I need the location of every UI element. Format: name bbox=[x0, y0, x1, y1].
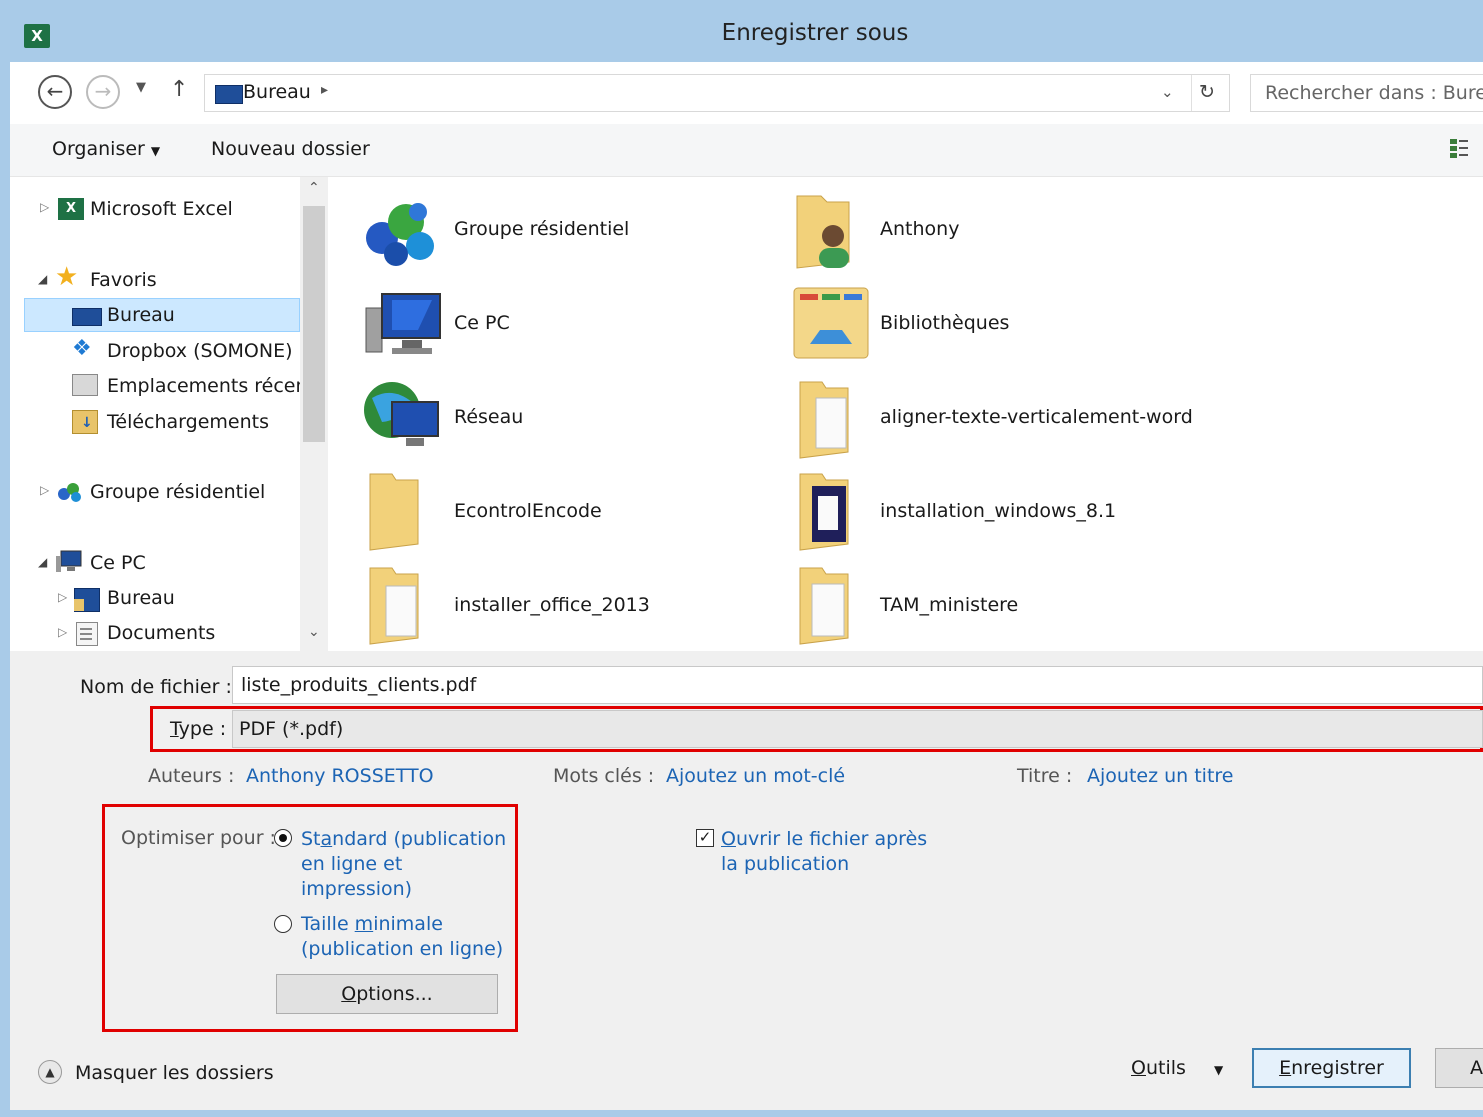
open-after-label[interactable]: Ouvrir le fichier après la publication bbox=[721, 827, 927, 877]
chevron-down-icon: ▼ bbox=[150, 144, 161, 158]
documents-icon bbox=[76, 622, 98, 646]
authors-value[interactable]: Anthony ROSSETTO bbox=[246, 765, 434, 787]
file-item-bibliotheques[interactable]: Bibliothèques bbox=[880, 312, 1009, 334]
collapse-arrow-icon[interactable]: ◢ bbox=[38, 555, 47, 569]
type-label: Type : bbox=[170, 718, 227, 740]
breadcrumb-bureau[interactable]: Bureau bbox=[243, 81, 311, 103]
expand-arrow-icon[interactable]: ▷ bbox=[58, 625, 67, 639]
breadcrumb-chevron-icon[interactable]: ▸ bbox=[321, 82, 328, 98]
scroll-up-icon[interactable]: ⌃ bbox=[308, 180, 320, 196]
folder-icon bbox=[366, 564, 428, 646]
tree-item-documents[interactable]: Documents bbox=[107, 616, 215, 650]
homegroup-icon bbox=[362, 198, 444, 270]
computer-icon bbox=[362, 290, 444, 362]
excel-icon: X bbox=[58, 198, 84, 220]
address-dropdown-icon[interactable]: ⌄ bbox=[1161, 83, 1174, 101]
optimize-label: Optimiser pour : bbox=[121, 827, 276, 849]
title-bar: X Enregistrer sous bbox=[0, 0, 1483, 62]
collapse-arrow-icon[interactable]: ◢ bbox=[38, 272, 47, 286]
desktop-folder-icon bbox=[74, 588, 100, 612]
tree-item-microsoft-excel[interactable]: Microsoft Excel bbox=[90, 192, 233, 226]
view-options-icon[interactable] bbox=[1450, 138, 1468, 160]
hide-folders-icon[interactable]: ▲ bbox=[38, 1060, 62, 1084]
folder-icon bbox=[796, 564, 858, 646]
hide-folders-link[interactable]: Masquer les dossiers bbox=[75, 1062, 274, 1084]
tools-button[interactable]: Outils ▼ bbox=[1131, 1057, 1223, 1079]
recent-locations-chevron-icon[interactable]: ▼ bbox=[136, 80, 146, 95]
user-folder-icon bbox=[793, 190, 869, 272]
dropbox-icon: ❖ bbox=[72, 336, 92, 361]
expand-arrow-icon[interactable]: ▷ bbox=[40, 483, 49, 497]
filename-label: Nom de fichier : bbox=[80, 676, 232, 698]
refresh-icon[interactable]: ↻ bbox=[1199, 81, 1215, 103]
authors-label: Auteurs : bbox=[148, 765, 235, 787]
folder-icon bbox=[366, 470, 428, 552]
file-item-tam-ministere[interactable]: TAM_ministere bbox=[880, 594, 1018, 616]
tree-item-groupe-residentiel[interactable]: Groupe résidentiel bbox=[90, 475, 265, 509]
keywords-value[interactable]: Ajoutez un mot-clé bbox=[666, 765, 845, 787]
folder-icon bbox=[796, 378, 858, 460]
expand-arrow-icon[interactable]: ▷ bbox=[58, 590, 67, 604]
tree-item-dropbox[interactable]: Dropbox (SOMONE) bbox=[107, 334, 293, 368]
file-item-aligner-texte[interactable]: aligner-texte-verticalement-word bbox=[880, 406, 1193, 428]
computer-icon bbox=[55, 550, 83, 574]
open-after-checkbox[interactable]: ✓ bbox=[696, 829, 714, 847]
recent-places-icon bbox=[72, 374, 98, 396]
address-divider bbox=[1191, 75, 1192, 111]
organize-label: Organiser bbox=[52, 138, 145, 160]
cancel-button[interactable]: A bbox=[1435, 1048, 1483, 1088]
libraries-icon bbox=[790, 284, 872, 364]
file-item-installation-windows[interactable]: installation_windows_8.1 bbox=[880, 500, 1116, 522]
up-arrow-icon[interactable]: ↑ bbox=[170, 77, 188, 102]
file-item-ce-pc[interactable]: Ce PC bbox=[454, 312, 510, 334]
standard-radio-label[interactable]: Standard (publication en ligne et impres… bbox=[301, 827, 506, 902]
tree-item-ce-pc[interactable]: Ce PC bbox=[90, 546, 146, 580]
file-item-anthony[interactable]: Anthony bbox=[880, 218, 959, 240]
address-bar[interactable]: Bureau ▸ ⌄ ↻ bbox=[204, 74, 1230, 112]
tree-item-bureau[interactable]: Bureau bbox=[107, 298, 175, 332]
homegroup-icon bbox=[56, 480, 84, 504]
forward-button[interactable]: → bbox=[86, 75, 120, 109]
search-input[interactable]: Rechercher dans : Bureau bbox=[1250, 74, 1483, 112]
file-item-installer-office[interactable]: installer_office_2013 bbox=[454, 594, 650, 616]
folder-icon bbox=[796, 470, 858, 552]
file-item-econtrolencode[interactable]: EcontrolEncode bbox=[454, 500, 602, 522]
window-title: Enregistrer sous bbox=[721, 20, 909, 46]
minimal-radio-label[interactable]: Taille minimale (publication en ligne) bbox=[301, 912, 503, 962]
options-button[interactable]: Options... bbox=[276, 974, 498, 1014]
organize-button[interactable]: Organiser ▼ bbox=[52, 138, 160, 160]
desktop-icon bbox=[72, 308, 102, 326]
minimal-radio[interactable] bbox=[274, 915, 292, 933]
file-item-groupe-residentiel[interactable]: Groupe résidentiel bbox=[454, 218, 629, 240]
desktop-icon bbox=[215, 85, 243, 104]
network-icon bbox=[362, 376, 444, 456]
title-label: Titre : bbox=[1017, 765, 1073, 787]
keywords-label: Mots clés : bbox=[553, 765, 655, 787]
save-button[interactable]: Enregistrer bbox=[1252, 1048, 1411, 1088]
tree-item-emplacements-recents[interactable]: Emplacements récent bbox=[107, 369, 315, 403]
file-item-reseau[interactable]: Réseau bbox=[454, 406, 523, 428]
scrollbar-thumb[interactable] bbox=[303, 206, 325, 442]
filename-input[interactable]: liste_produits_clients.pdf bbox=[232, 666, 1483, 704]
chevron-down-icon: ▼ bbox=[1213, 1063, 1224, 1077]
tree-item-favoris[interactable]: Favoris bbox=[90, 263, 157, 297]
expand-arrow-icon[interactable]: ▷ bbox=[40, 200, 49, 214]
title-value[interactable]: Ajoutez un titre bbox=[1087, 765, 1233, 787]
standard-radio[interactable] bbox=[274, 829, 292, 847]
star-icon: ★ bbox=[55, 262, 79, 292]
new-folder-button[interactable]: Nouveau dossier bbox=[211, 138, 370, 160]
command-toolbar: Organiser ▼ Nouveau dossier bbox=[10, 124, 1483, 177]
scroll-down-icon[interactable]: ⌄ bbox=[308, 624, 320, 640]
tree-item-bureau-pc[interactable]: Bureau bbox=[107, 581, 175, 615]
back-button[interactable]: ← bbox=[38, 75, 72, 109]
tree-item-telechargements[interactable]: Téléchargements bbox=[107, 405, 269, 439]
downloads-icon: ↓ bbox=[72, 410, 98, 434]
type-select[interactable]: PDF (*.pdf) bbox=[232, 710, 1483, 748]
